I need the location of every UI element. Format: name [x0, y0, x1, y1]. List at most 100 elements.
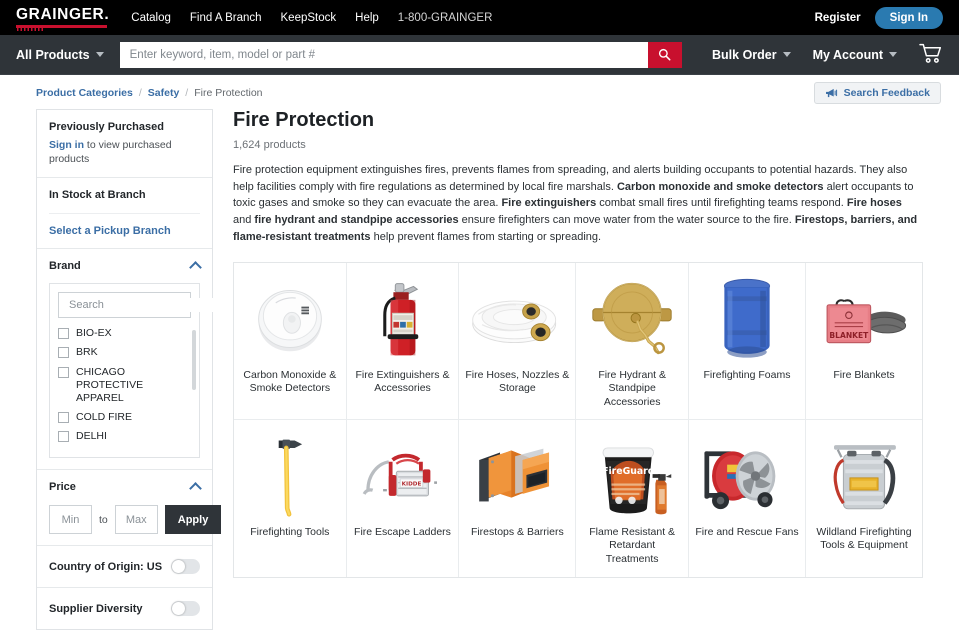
category-tile[interactable]: Firefighting Foams [688, 262, 806, 420]
fire-extinguisher-image [373, 273, 431, 365]
category-tile[interactable]: Carbon Monoxide & Smoke Detectors [234, 262, 347, 420]
my-account-menu[interactable]: My Account [813, 48, 897, 62]
filters-sidebar: Previously Purchased Sign in to view pur… [36, 109, 222, 630]
top-utility-bar: GRAINGER. Catalog Find A Branch KeepStoc… [0, 0, 959, 35]
supplier-diversity-label: Supplier Diversity [49, 602, 143, 615]
category-tile[interactable]: FireGuard Flame Resistant & Retardant Tr… [576, 419, 689, 577]
grainger-logo[interactable]: GRAINGER. [16, 6, 109, 31]
category-tile-grid: Carbon Monoxide & Smoke Detectors Fire E… [233, 261, 923, 578]
toggle-knob [172, 602, 185, 616]
brand-option-cold-fire[interactable]: COLD FIRE [58, 411, 191, 424]
category-tile-label: Fire and Rescue Fans [695, 525, 799, 538]
bulk-order-label: Bulk Order [712, 47, 777, 62]
description-part-1: Carbon monoxide and smoke detectors [616, 180, 824, 193]
category-tile[interactable]: Fire Hydrant & Standpipe Accessories [576, 262, 689, 420]
category-tile[interactable]: Wildland Firefighting Tools & Equipment [805, 419, 922, 577]
description-part-3: Fire extinguishers [501, 197, 597, 210]
category-tile-label: Firestops & Barriers [470, 525, 564, 538]
checkbox[interactable] [58, 431, 69, 443]
chevron-up-icon[interactable] [189, 261, 202, 275]
category-tile[interactable]: KIDDE Fire Escape Ladders [346, 419, 460, 577]
search-submit-button[interactable] [647, 41, 682, 68]
category-tile-label: Fire Extinguishers & Accessories [355, 368, 450, 395]
description-part-7: fire hydrant and standpipe accessories [254, 214, 459, 227]
category-tile-label: Fire Hydrant & Standpipe Accessories [598, 368, 666, 409]
description-part-10: help prevent flames from starting or spr… [370, 230, 602, 243]
facet-in-stock-at-branch: In Stock at Branch Select a Pickup Branc… [37, 178, 212, 250]
category-tile[interactable]: Fire Hoses, Nozzles & Storage [459, 262, 577, 420]
svg-text:BLANKET: BLANKET [829, 331, 869, 340]
escape-ladder-image: KIDDE [354, 430, 450, 522]
brand-option-label: CHICAGO PROTECTIVE APPAREL [76, 365, 144, 404]
firestop-block-image [468, 430, 566, 522]
sign-in-button[interactable]: Sign In [874, 6, 943, 29]
shopping-cart-button[interactable] [919, 43, 943, 67]
facet-brand: Brand BIO-EX [37, 249, 213, 471]
category-tile-label: Firefighting Tools [250, 525, 330, 538]
all-products-dropdown[interactable]: All Products [16, 48, 104, 62]
bulk-order-menu[interactable]: Bulk Order [712, 48, 791, 62]
brand-option-brk[interactable]: BRK [58, 346, 191, 359]
search-feedback-button[interactable]: Search Feedback [813, 82, 941, 104]
logo-text: GRAINGER [16, 6, 105, 24]
category-tile[interactable]: BLANKET Fire Blankets [805, 262, 922, 420]
category-tile[interactable]: Fire and Rescue Fans [688, 419, 806, 577]
supplier-diversity-toggle[interactable] [171, 601, 200, 617]
category-tile[interactable]: Firefighting Tools [234, 419, 347, 577]
description-part-5: Fire hoses [846, 197, 902, 210]
nav-keepstock[interactable]: KeepStock [281, 12, 337, 24]
checkbox[interactable] [58, 328, 69, 340]
chevron-up-icon[interactable] [189, 482, 202, 496]
nav-find-a-branch[interactable]: Find A Branch [190, 12, 262, 24]
brand-list-scrollbar[interactable] [192, 330, 196, 391]
checkbox[interactable] [58, 366, 69, 378]
search-field-group [119, 41, 682, 68]
country-of-origin-label: Country of Origin: US [49, 560, 163, 573]
previously-purchased-subtext: Sign in to view purchased products [49, 138, 200, 166]
product-count: 1,624 products [233, 139, 306, 151]
category-tile[interactable]: Firestops & Barriers [459, 419, 577, 577]
blue-drum-image [714, 273, 780, 365]
facet-title-price: Price [49, 481, 202, 496]
brand-option-delhi[interactable]: DELHI [58, 430, 191, 443]
price-max-input[interactable] [114, 505, 158, 535]
select-pickup-branch-link[interactable]: Select a Pickup Branch [49, 213, 200, 237]
backpack-pump-image [819, 430, 909, 522]
brand-checkbox-list: BIO-EX BRK CHICAGO PROTECTIVE APPAREL CO… [58, 327, 191, 443]
search-input[interactable] [119, 41, 648, 68]
brand-filter-box: BIO-EX BRK CHICAGO PROTECTIVE APPAREL [49, 283, 213, 459]
brand-option-chicago-protective-apparel[interactable]: CHICAGO PROTECTIVE APPAREL [58, 366, 191, 405]
rescue-fan-image [695, 430, 799, 522]
brand-option-label: BRK [76, 346, 98, 359]
all-products-label: All Products [16, 47, 90, 62]
checkbox[interactable] [58, 411, 69, 423]
breadcrumb-item-safety[interactable]: Safety [148, 87, 180, 99]
sign-in-link[interactable]: Sign in [49, 139, 84, 151]
my-account-label: My Account [812, 47, 883, 62]
register-link[interactable]: Register [815, 12, 861, 24]
category-tile-label: Carbon Monoxide & Smoke Detectors [243, 368, 337, 395]
fire-blanket-image: BLANKET [812, 273, 916, 365]
facet-supplier-diversity[interactable]: Supplier Diversity [37, 588, 212, 629]
price-range-controls: to Apply [49, 505, 222, 535]
breadcrumb-separator: / [138, 87, 142, 99]
breadcrumb-item-product-categories[interactable]: Product Categories [36, 87, 133, 99]
nav-help[interactable]: Help [355, 12, 379, 24]
country-of-origin-toggle[interactable] [171, 559, 200, 575]
checkbox[interactable] [58, 347, 69, 359]
brand-option-bio-ex[interactable]: BIO-EX [58, 327, 191, 340]
price-min-input[interactable] [49, 505, 92, 535]
brand-option-label: DELHI [76, 430, 107, 443]
facet-price: Price to Apply [37, 470, 222, 547]
price-to-label: to [99, 513, 108, 526]
facet-country-of-origin-us[interactable]: Country of Origin: US [37, 546, 212, 589]
apply-price-button[interactable]: Apply [164, 505, 222, 535]
hydrant-cap-image [587, 273, 677, 365]
nav-catalog[interactable]: Catalog [131, 12, 171, 24]
cart-icon [919, 43, 942, 63]
brand-search-input[interactable] [67, 298, 213, 313]
category-tile[interactable]: Fire Extinguishers & Accessories [346, 262, 460, 420]
phone-number[interactable]: 1-800-GRAINGER [398, 12, 493, 24]
brand-search-field [58, 292, 213, 319]
page-title: Fire Protection [233, 109, 375, 131]
